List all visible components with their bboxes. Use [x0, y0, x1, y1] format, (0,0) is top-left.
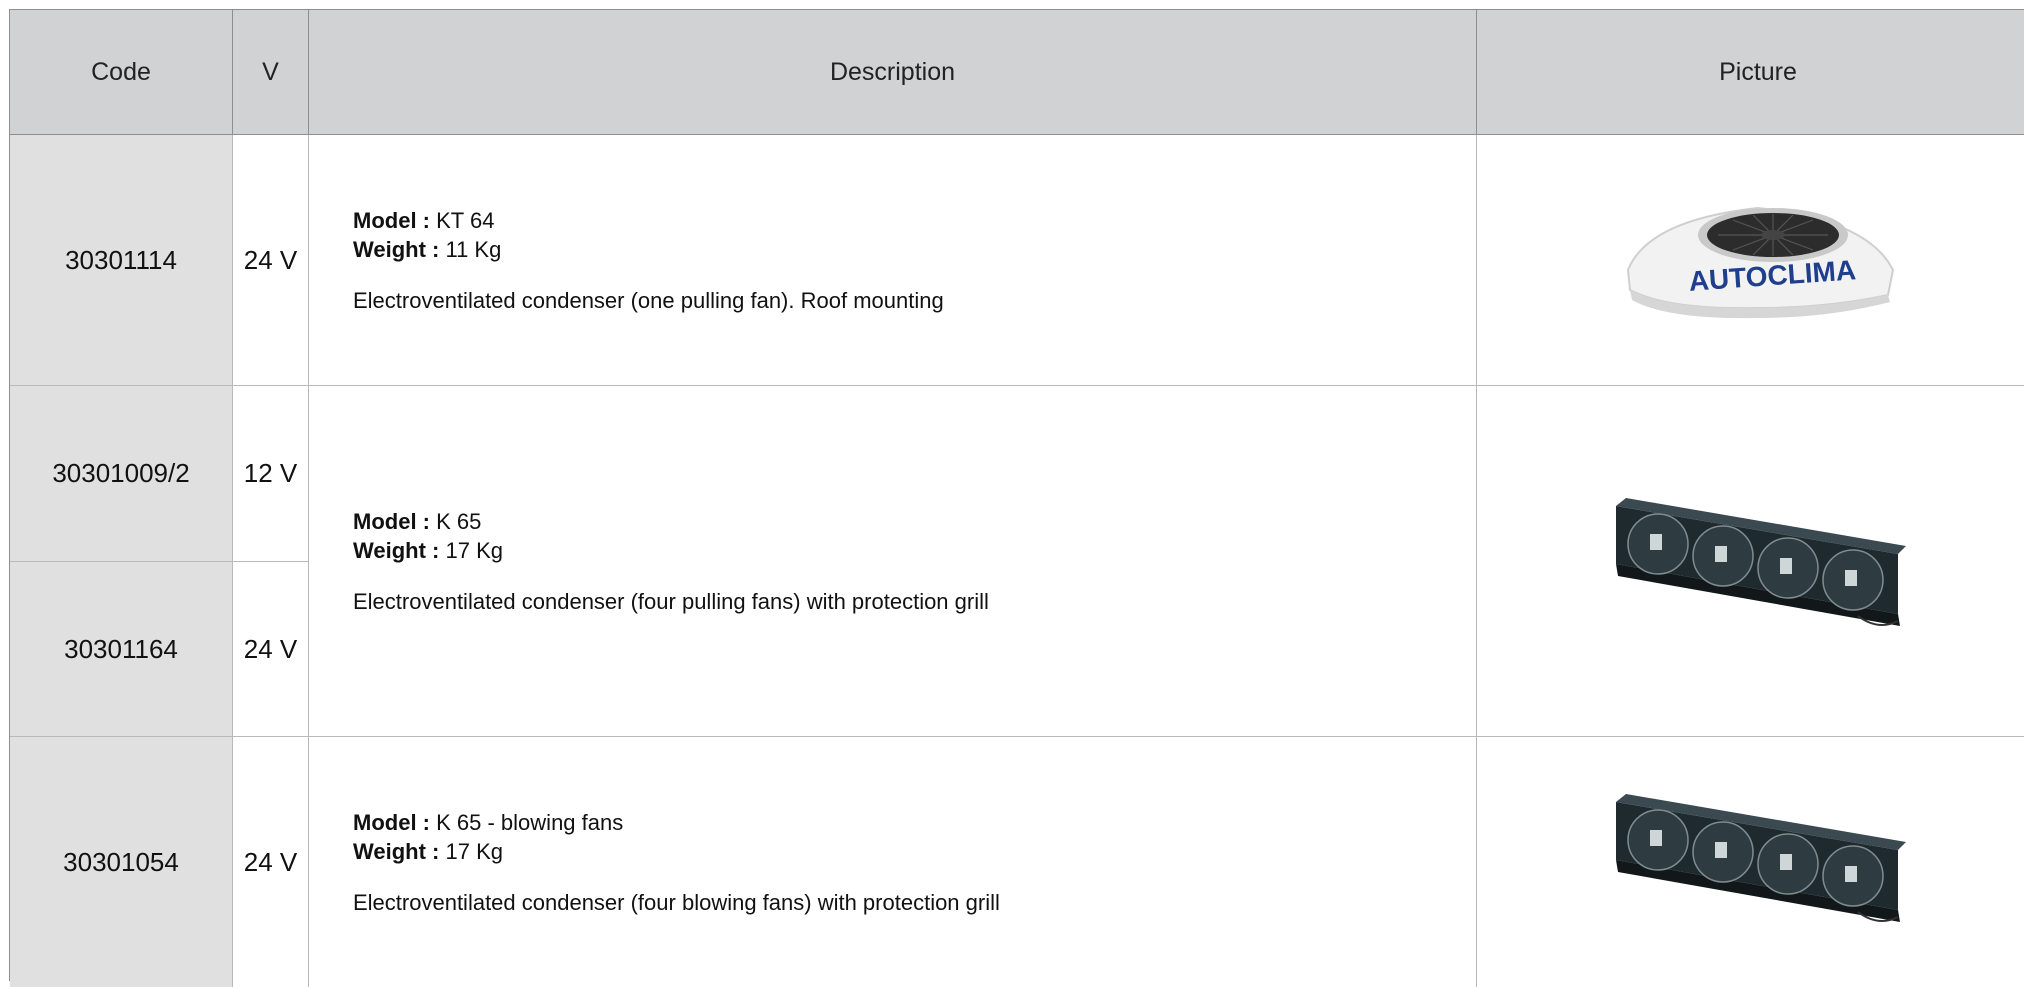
row3-voltage: 24 V [233, 737, 309, 987]
row1-model-line: Model : KT 64 [353, 206, 1476, 235]
row2-description: Model : K 65 Weight : 17 Kg Electroventi… [309, 386, 1477, 737]
model-label: Model : [353, 809, 430, 835]
row2b-voltage: 24 V [233, 562, 309, 737]
row2b-code: 30301164 [10, 562, 233, 737]
weight-value: 11 Kg [445, 236, 502, 262]
row2-description-text: Electroventilated condenser (four pullin… [353, 588, 989, 614]
row3-code: 30301054 [10, 737, 233, 987]
header-v-label: V [262, 57, 279, 86]
model-value: KT 64 [436, 207, 495, 233]
row2a-code-value: 30301009/2 [52, 458, 190, 488]
row2-weight-line: Weight : 17 Kg [353, 536, 1476, 565]
model-value: K 65 [436, 508, 482, 534]
row1-code-value: 30301114 [65, 244, 177, 275]
model-value: K 65 - blowing fans [436, 809, 624, 835]
row3-model-line: Model : K 65 - blowing fans [353, 808, 1476, 837]
row2a-code: 30301009/2 [10, 386, 233, 562]
row2a-voltage-value: 12 V [243, 458, 298, 488]
row3-description: Model : K 65 - blowing fans Weight : 17 … [309, 737, 1477, 987]
row1-weight-line: Weight : 11 Kg [353, 235, 1476, 264]
row3-voltage-value: 24 V [243, 846, 298, 877]
row1-voltage: 24 V [233, 135, 309, 386]
weight-value: 17 Kg [445, 537, 503, 563]
row2b-code-value: 30301164 [64, 633, 178, 664]
weight-label: Weight : [353, 537, 440, 563]
header-description-label: Description [829, 57, 956, 86]
row1-code: 30301114 [10, 135, 233, 386]
four-fan-condenser-image [1616, 498, 1906, 626]
row3-weight-line: Weight : 17 Kg [353, 837, 1476, 866]
row2a-voltage: 12 V [233, 386, 309, 562]
header-v: V [233, 10, 309, 135]
row1-description: Model : KT 64 Weight : 11 Kg Electrovent… [309, 135, 1477, 386]
row3-code-value: 30301054 [63, 846, 179, 877]
row1-picture: AUTOCLIMA [1477, 135, 2024, 386]
row3-picture [1477, 737, 2024, 987]
roof-condenser-image: AUTOCLIMA [1626, 206, 1895, 319]
header-code-label: Code [91, 57, 151, 86]
weight-value: 17 Kg [445, 838, 503, 864]
weight-label: Weight : [353, 838, 440, 864]
header-picture-label: Picture [1719, 57, 1797, 86]
header-description: Description [309, 10, 1477, 135]
header-picture: Picture [1477, 10, 2024, 135]
model-label: Model : [353, 207, 430, 233]
model-label: Model : [353, 508, 430, 534]
weight-label: Weight : [353, 236, 440, 262]
four-fan-condenser-image [1616, 794, 1906, 922]
header-code: Code [10, 10, 233, 135]
product-table: Code V Description Picture 30301114 24 V… [10, 10, 2024, 987]
row2b-voltage-value: 24 V [243, 633, 298, 664]
row1-voltage-value: 24 V [243, 244, 298, 275]
row2-picture [1477, 386, 2024, 737]
row1-description-text: Electroventilated condenser (one pulling… [353, 287, 944, 313]
row3-description-text: Electroventilated condenser (four blowin… [353, 889, 1000, 915]
row2-model-line: Model : K 65 [353, 507, 1476, 536]
